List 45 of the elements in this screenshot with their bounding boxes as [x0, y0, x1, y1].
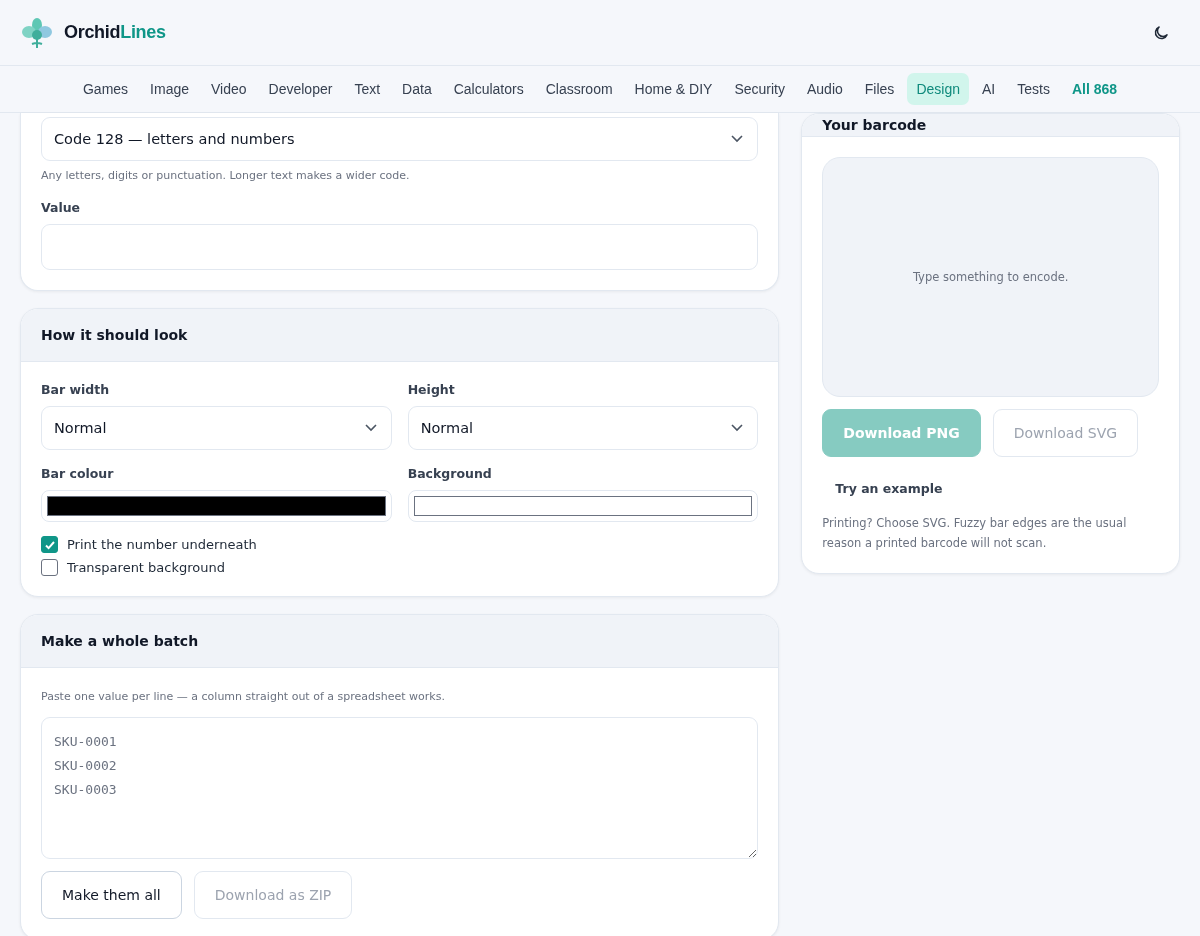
nav-link[interactable]: Home & DIY	[625, 73, 722, 105]
colour-picker-field[interactable]	[407, 490, 759, 522]
colour-picker-field[interactable]	[41, 490, 392, 522]
checkbox-label: Print the number underneath	[67, 537, 257, 552]
chevron-down-icon	[364, 424, 377, 432]
nav-link[interactable]: Data	[393, 73, 441, 105]
field-label: Bar colour	[41, 466, 115, 481]
chevron-down-icon	[731, 135, 744, 143]
nav-link[interactable]: Tests	[1008, 73, 1059, 105]
symbology-select[interactable]: Code 128 — letters and numbers	[41, 117, 759, 161]
checkbox-label: Transparent background	[67, 560, 225, 575]
card-title: Your barcode	[822, 117, 927, 133]
field-label: Height	[407, 382, 456, 397]
nav-link[interactable]: Audio	[798, 73, 852, 105]
nav-link[interactable]: Developer	[259, 73, 342, 105]
nav-link[interactable]: Design	[907, 73, 969, 105]
checkbox[interactable]	[41, 559, 58, 576]
checkbox[interactable]	[41, 536, 58, 553]
field-label: Bar width	[41, 382, 111, 397]
nav-link[interactable]: Classroom	[536, 73, 622, 105]
empty-message: Type something to encode.	[912, 270, 1069, 284]
orchid-logo-icon	[22, 16, 52, 49]
chevron-down-icon	[731, 424, 744, 432]
dropdown-select[interactable]: Normal	[407, 406, 759, 450]
nav-link[interactable]: Games	[73, 73, 138, 105]
field-label: Background	[407, 466, 493, 481]
brand-name[interactable]: OrchidLines	[64, 22, 166, 43]
card-title: Make a whole batch	[41, 633, 199, 649]
nav-link[interactable]: Calculators	[444, 73, 533, 105]
nav-link[interactable]: Security	[725, 73, 794, 105]
hint-text: Paste one value per line — a column straight out of a spreadsheet works.	[41, 690, 446, 703]
batch-button[interactable]: Make them all	[41, 871, 182, 919]
nav-link[interactable]: Image	[141, 73, 198, 105]
note-text: Printing? Choose SVG. Fuzzy bar edges are the usual reason a printed barcode will not scan.	[822, 515, 1128, 552]
value-input-field[interactable]	[41, 224, 759, 270]
field-label: Value	[41, 200, 82, 215]
card-title: How it should look	[41, 327, 188, 343]
nav-link[interactable]: AI	[972, 73, 1005, 105]
example-link[interactable]: Try an example	[835, 481, 943, 496]
nav-link[interactable]: Files	[855, 73, 904, 105]
batch-text-area[interactable]: SKU-0001 SKU-0002 SKU-0003	[41, 717, 759, 859]
hint-text: Any letters, digits or punctuation. Longer text makes a wider code.	[41, 169, 411, 182]
nav-link[interactable]: Text	[345, 73, 390, 105]
nav-link[interactable]: Video	[202, 73, 256, 105]
dropdown-select[interactable]: Normal	[41, 406, 392, 450]
